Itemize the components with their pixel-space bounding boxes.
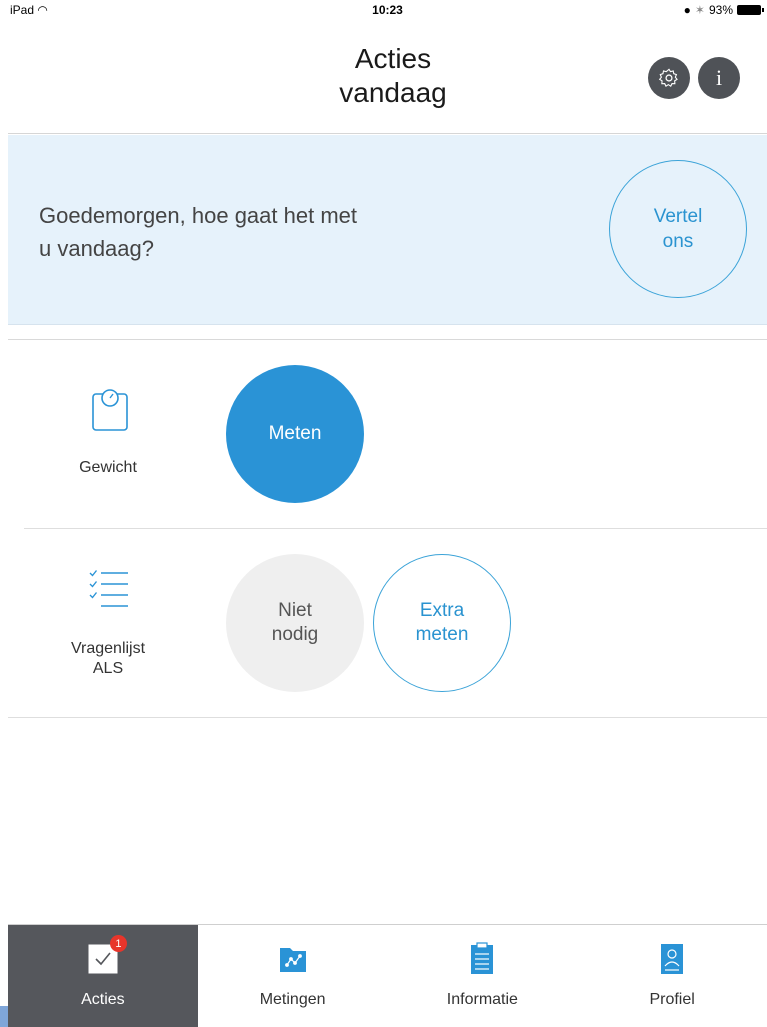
screen-edge [0,0,8,1027]
alarm-icon: ● [683,3,691,17]
tab-label: Acties [81,991,125,1008]
tab-label: Profiel [649,991,695,1008]
checklist-icon [88,563,132,620]
checkbox-icon: 1 [85,935,127,977]
tell-us-line2: ons [662,231,694,252]
tell-us-button[interactable]: Vertel ons [609,160,747,298]
tab-profiel[interactable]: Profiel [577,925,767,1027]
row-divider [8,717,767,718]
scale-icon [88,386,132,437]
extra-measure-line1: Extra [419,600,465,621]
action-label: Gewicht [48,458,168,478]
not-needed-line2: nodig [271,624,319,645]
measure-button-line1: Meten [268,423,322,444]
tab-label: Metingen [259,991,326,1008]
extra-measure-line2: meten [415,624,469,645]
not-needed-line1: Niet [278,600,312,621]
greeting-line1: Goedemorgen, hoe gaat het met [39,203,357,228]
info-button[interactable]: i [698,57,740,99]
page-title-line1: Acties [354,43,432,74]
greeting-text: Goedemorgen, hoe gaat het met u vandaag? [39,199,459,265]
not-needed-button[interactable]: Niet nodig [226,554,364,692]
battery-icon [737,5,764,15]
app-screen: iPad ◠ 10:23 ● ✶ 93% Acties vandaag i Go… [8,0,767,1027]
measure-button[interactable]: Meten [226,365,364,503]
action-label-line2: ALS [92,660,124,677]
tell-us-line1: Vertel [653,206,703,227]
action-label: Vragenlijst ALS [48,639,168,679]
gear-icon [658,68,678,87]
tab-metingen[interactable]: Metingen [198,925,388,1027]
chart-folder-icon [275,941,311,977]
info-icon: i [715,65,723,90]
greeting-banner: Goedemorgen, hoe gaat het met u vandaag?… [8,135,767,325]
greeting-line2: u vandaag? [39,236,154,261]
nav-header: Acties vandaag i [8,20,767,134]
profile-icon [654,941,690,977]
bluetooth-icon: ✶ [694,3,705,17]
battery-percent: 93% [708,3,733,17]
action-row-vragenlijst: Vragenlijst ALS Niet nodig Extra meten [8,529,767,717]
status-bar: iPad ◠ 10:23 ● ✶ 93% [8,0,767,20]
action-label-line1: Gewicht [79,459,137,476]
clock: 10:23 [372,3,403,17]
tab-bar: 1 Acties Metingen Informatie Profiel [8,924,767,1027]
tab-acties[interactable]: 1 Acties [8,925,198,1027]
battery-indicator: ● ✶ 93% [683,3,764,17]
tab-label: Informatie [446,991,518,1008]
notification-badge: 1 [109,935,127,952]
tab-informatie[interactable]: Informatie [388,925,578,1027]
action-row-gewicht: Gewicht Meten [8,340,767,528]
page-title-line2: vandaag [339,77,447,108]
page-title: Acties vandaag [258,42,528,110]
extra-measure-button[interactable]: Extra meten [373,554,511,692]
settings-button[interactable] [648,57,690,99]
action-label-line1: Vragenlijst [70,640,146,657]
clipboard-icon [464,941,500,977]
